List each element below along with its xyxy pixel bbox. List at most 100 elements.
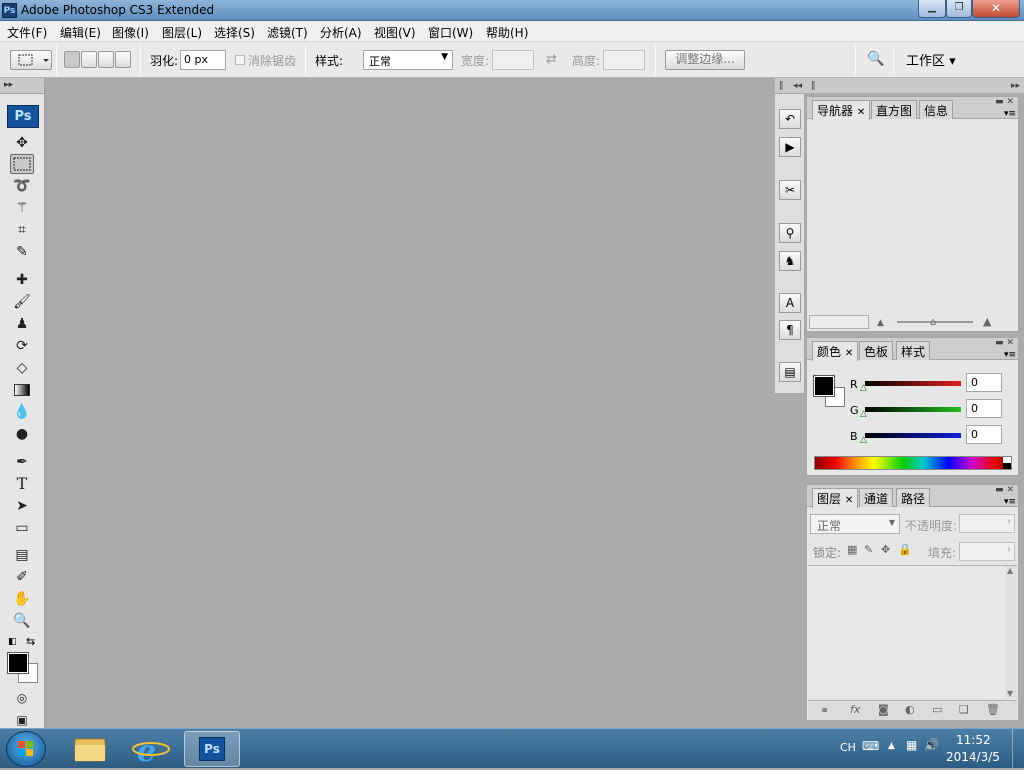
- language-indicator[interactable]: CH: [840, 741, 856, 754]
- menu-filter[interactable]: 滤镜(T): [267, 24, 308, 41]
- zoom-percent-input[interactable]: [809, 315, 869, 329]
- layers-list[interactable]: ▲ ▼: [808, 565, 1017, 698]
- healing-brush-tool-icon[interactable]: ✚: [10, 270, 34, 290]
- lock-pixels-icon[interactable]: ✎: [864, 543, 873, 556]
- photoshop-task[interactable]: Ps: [184, 731, 240, 767]
- workspace-button[interactable]: 工作区 ▾: [906, 50, 956, 69]
- layer-comps-panel-icon[interactable]: ▤: [779, 362, 801, 382]
- feather-input[interactable]: 0 px: [180, 50, 226, 70]
- gradient-tool-icon[interactable]: [10, 380, 34, 400]
- type-tool-icon[interactable]: T: [10, 474, 34, 494]
- zoom-slider-thumb-icon[interactable]: ⌂: [930, 317, 936, 328]
- quick-mask-icon[interactable]: ◎: [10, 688, 34, 708]
- panel-menu-icon[interactable]: ▾≡: [1004, 497, 1016, 507]
- menu-view[interactable]: 视图(V): [374, 24, 416, 41]
- tab-swatches[interactable]: 色板: [859, 341, 894, 360]
- magic-wand-tool-icon[interactable]: ⚚: [10, 198, 34, 218]
- subtract-from-selection-icon[interactable]: [98, 51, 114, 68]
- channel-r-input[interactable]: 0: [966, 373, 1002, 392]
- network-icon[interactable]: ▦: [906, 738, 917, 752]
- channel-r-slider[interactable]: [865, 381, 961, 386]
- menu-edit[interactable]: 编辑(E): [60, 24, 101, 41]
- lock-transparency-icon[interactable]: ▦: [847, 543, 857, 556]
- toolbox-collapse-icon[interactable]: ▸▸: [0, 78, 44, 94]
- minimize-button[interactable]: ▁: [918, 0, 946, 18]
- maximize-button[interactable]: ❐: [946, 0, 972, 18]
- intersect-selection-icon[interactable]: [115, 51, 131, 68]
- adjustment-layer-icon[interactable]: ◐: [905, 703, 915, 716]
- clock-time[interactable]: 11:52: [956, 733, 991, 747]
- menu-analysis[interactable]: 分析(A): [320, 24, 362, 41]
- channel-g-thumb-icon[interactable]: △: [860, 409, 867, 419]
- tab-channels[interactable]: 通道: [859, 488, 894, 507]
- color-fg-swatch[interactable]: [813, 375, 835, 397]
- zoom-in-icon[interactable]: ▲: [983, 315, 991, 328]
- tab-styles[interactable]: 样式: [896, 341, 931, 360]
- tray-expand-icon[interactable]: ▲: [888, 741, 895, 751]
- slice-tool-icon[interactable]: ✎: [10, 242, 34, 262]
- panel-min-close-icon[interactable]: ▬ ✕: [995, 97, 1014, 107]
- menu-select[interactable]: 选择(S): [214, 24, 255, 41]
- lasso-tool-icon[interactable]: ➰: [10, 176, 34, 196]
- show-desktop-button[interactable]: [1012, 729, 1024, 769]
- tab-paths[interactable]: 路径: [896, 488, 931, 507]
- expand-dock-icon[interactable]: ▸▸: [1011, 79, 1020, 93]
- layer-style-icon[interactable]: fx: [850, 703, 860, 716]
- brush-tool-icon[interactable]: 🖌: [10, 292, 34, 312]
- ie-task[interactable]: e: [123, 731, 179, 769]
- ps-logo[interactable]: Ps: [7, 105, 39, 128]
- style-select[interactable]: 正常 ▼: [363, 50, 453, 70]
- menu-layer[interactable]: 图层(L): [162, 24, 202, 41]
- channel-b-input[interactable]: 0: [966, 425, 1002, 444]
- tab-color[interactable]: 颜色 ✕: [812, 341, 859, 361]
- photoshop-app-icon[interactable]: Ps: [2, 3, 17, 18]
- refine-edge-button[interactable]: 调整边缘...: [665, 50, 745, 70]
- blend-mode-select[interactable]: 正常 ▼: [810, 514, 900, 534]
- history-brush-tool-icon[interactable]: ⟳: [10, 336, 34, 356]
- close-icon[interactable]: ✕: [845, 348, 853, 359]
- clock-date[interactable]: 2014/3/5: [946, 750, 1000, 764]
- eraser-tool-icon[interactable]: ◇: [10, 358, 34, 378]
- notes-tool-icon[interactable]: ▤: [10, 545, 34, 565]
- close-icon[interactable]: ✕: [845, 495, 853, 506]
- crop-tool-icon[interactable]: ⌗: [10, 220, 34, 240]
- document-canvas-area[interactable]: [46, 78, 773, 728]
- color-spectrum-ramp[interactable]: [814, 456, 1012, 470]
- history-panel-icon[interactable]: ↶: [779, 109, 801, 129]
- explorer-task[interactable]: [62, 731, 118, 767]
- hand-tool-icon[interactable]: ✋: [10, 589, 34, 609]
- swap-dimensions-icon[interactable]: ⇄: [546, 52, 557, 67]
- panel-min-close-icon[interactable]: ▬ ✕: [995, 338, 1014, 348]
- height-input[interactable]: [603, 50, 645, 70]
- clone-stamp-tool-icon[interactable]: ♟: [10, 314, 34, 334]
- rectangle-tool-icon[interactable]: ▭: [10, 518, 34, 538]
- screen-mode-icon[interactable]: ▣: [10, 710, 34, 730]
- chevron-right-icon[interactable]: ›: [1007, 517, 1011, 527]
- foreground-color-swatch[interactable]: [7, 652, 29, 674]
- width-input[interactable]: [492, 50, 534, 70]
- add-to-selection-icon[interactable]: [81, 51, 97, 68]
- tab-info[interactable]: 信息: [919, 100, 954, 119]
- zoom-tool-icon[interactable]: 🔍: [10, 611, 34, 631]
- channel-b-thumb-icon[interactable]: △: [860, 435, 867, 445]
- channel-g-input[interactable]: 0: [966, 399, 1002, 418]
- grip-icon[interactable]: ‖: [779, 79, 784, 93]
- paragraph-panel-icon[interactable]: ¶: [779, 320, 801, 340]
- spectrum-black-chip[interactable]: [1003, 463, 1011, 469]
- actions-panel-icon[interactable]: ▶: [779, 137, 801, 157]
- opacity-input[interactable]: ›: [959, 514, 1015, 533]
- scroll-up-icon[interactable]: ▲: [1007, 566, 1013, 575]
- tool-presets-panel-icon[interactable]: ✂: [779, 180, 801, 200]
- tool-preset-picker[interactable]: [10, 50, 52, 70]
- grip-icon[interactable]: ‖: [811, 79, 816, 93]
- brushes-panel-icon[interactable]: ⚲: [779, 223, 801, 243]
- marquee-tool-icon[interactable]: [10, 154, 34, 174]
- tab-navigator[interactable]: 导航器 ✕: [812, 100, 871, 120]
- path-selection-tool-icon[interactable]: ➤: [10, 496, 34, 516]
- new-selection-icon[interactable]: [64, 51, 80, 68]
- tab-layers[interactable]: 图层 ✕: [812, 488, 859, 508]
- close-button[interactable]: ✕: [972, 0, 1020, 18]
- swap-colors-icon[interactable]: ⇆: [26, 635, 35, 648]
- tab-histogram[interactable]: 直方图: [871, 100, 918, 119]
- scroll-down-icon[interactable]: ▼: [1007, 689, 1013, 698]
